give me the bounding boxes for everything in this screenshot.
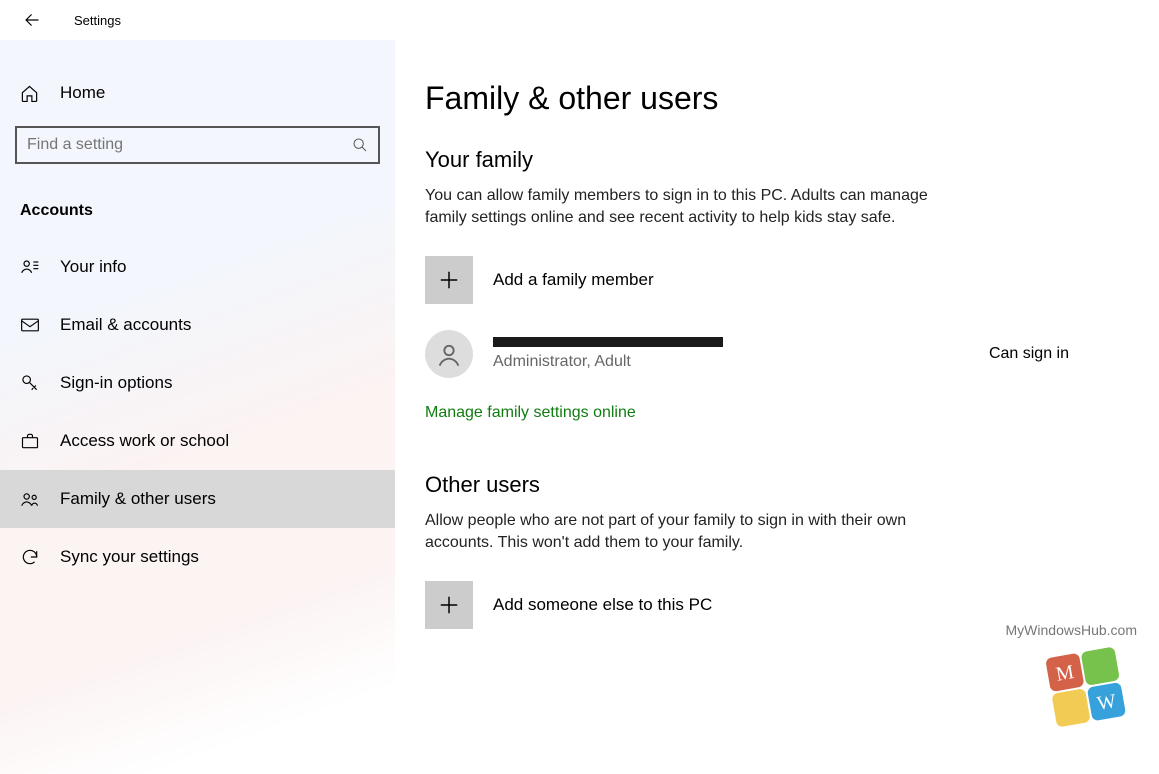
search-field[interactable] bbox=[27, 136, 352, 154]
plus-icon bbox=[438, 269, 460, 291]
add-family-member-label: Add a family member bbox=[493, 270, 654, 290]
member-status: Can sign in bbox=[989, 345, 1069, 363]
app-title: Settings bbox=[74, 13, 121, 28]
member-name-redacted bbox=[493, 337, 723, 347]
sidebar-item-label: Sync your settings bbox=[60, 547, 199, 567]
watermark-logo: M W bbox=[1041, 644, 1131, 734]
search-icon bbox=[352, 137, 368, 153]
svg-text:M: M bbox=[1054, 661, 1076, 686]
settings-window: Settings Home Accounts bbox=[0, 0, 1159, 774]
sidebar-item-access-work-school[interactable]: Access work or school bbox=[0, 412, 395, 470]
sidebar-home[interactable]: Home bbox=[0, 70, 395, 116]
page-title: Family & other users bbox=[425, 80, 1129, 117]
people-icon bbox=[20, 489, 40, 509]
back-button[interactable] bbox=[20, 8, 44, 32]
your-family-heading: Your family bbox=[425, 147, 1129, 173]
sidebar-item-your-info[interactable]: Your info bbox=[0, 238, 395, 296]
member-role: Administrator, Adult bbox=[493, 353, 969, 371]
sidebar-item-sync-settings[interactable]: Sync your settings bbox=[0, 528, 395, 586]
email-icon bbox=[20, 315, 40, 335]
home-icon bbox=[20, 84, 40, 103]
sidebar: Home Accounts Your info bbox=[0, 40, 395, 774]
other-users-heading: Other users bbox=[425, 472, 1129, 498]
manage-family-settings-link[interactable]: Manage family settings online bbox=[425, 404, 636, 422]
add-someone-else-label: Add someone else to this PC bbox=[493, 595, 712, 615]
sidebar-item-label: Your info bbox=[60, 257, 126, 277]
arrow-left-icon bbox=[23, 11, 41, 29]
sidebar-item-sign-in-options[interactable]: Sign-in options bbox=[0, 354, 395, 412]
main-content: Family & other users Your family You can… bbox=[395, 40, 1159, 774]
plus-tile bbox=[425, 581, 473, 629]
other-users-description: Allow people who are not part of your fa… bbox=[425, 510, 965, 555]
svg-text:W: W bbox=[1095, 690, 1118, 715]
avatar bbox=[425, 330, 473, 378]
sidebar-item-label: Family & other users bbox=[60, 489, 216, 509]
your-family-description: You can allow family members to sign in … bbox=[425, 185, 965, 230]
sidebar-item-email-accounts[interactable]: Email & accounts bbox=[0, 296, 395, 354]
plus-icon bbox=[438, 594, 460, 616]
sidebar-item-label: Sign-in options bbox=[60, 373, 172, 393]
add-someone-else-button[interactable]: Add someone else to this PC bbox=[425, 581, 1129, 629]
sidebar-section-header: Accounts bbox=[0, 184, 395, 238]
add-family-member-button[interactable]: Add a family member bbox=[425, 256, 1129, 304]
sync-icon bbox=[20, 547, 40, 567]
briefcase-icon bbox=[20, 431, 40, 451]
search-input[interactable] bbox=[15, 126, 380, 164]
plus-tile bbox=[425, 256, 473, 304]
key-icon bbox=[20, 373, 40, 393]
sidebar-item-label: Email & accounts bbox=[60, 315, 191, 335]
family-member-row[interactable]: Administrator, Adult Can sign in bbox=[425, 330, 1129, 378]
person-icon bbox=[435, 340, 463, 368]
sidebar-home-label: Home bbox=[60, 83, 105, 103]
sidebar-item-family-other-users[interactable]: Family & other users bbox=[0, 470, 395, 528]
person-badge-icon bbox=[20, 257, 40, 277]
sidebar-item-label: Access work or school bbox=[60, 431, 229, 451]
titlebar: Settings bbox=[0, 0, 1159, 40]
